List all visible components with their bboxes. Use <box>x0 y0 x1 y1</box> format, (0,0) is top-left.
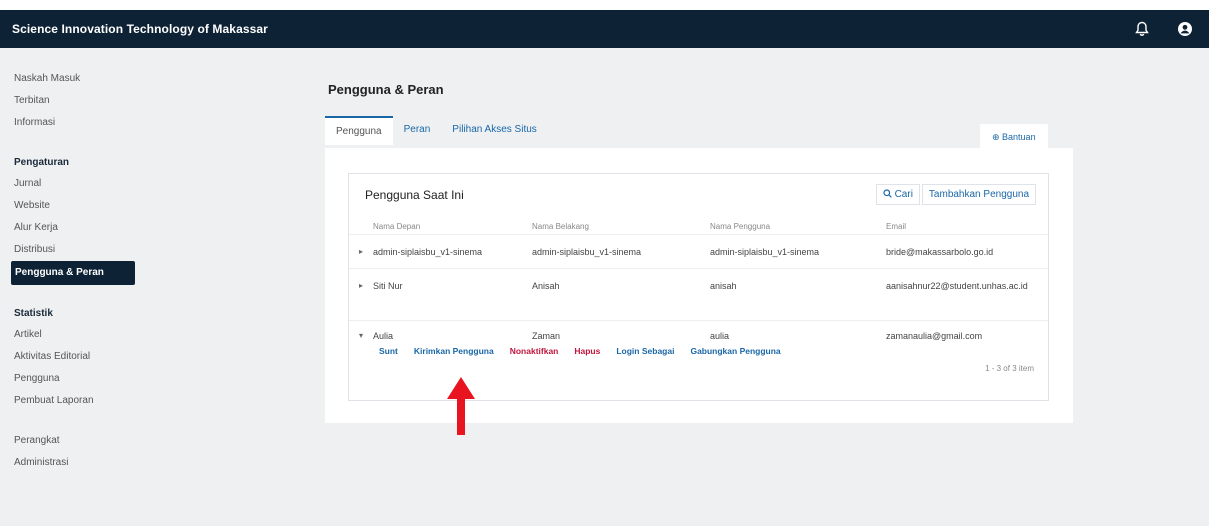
cell-email: bride@makassarbolo.go.id <box>886 247 994 257</box>
sidebar-group-statistik: Statistik Artikel Aktivitas Editorial Pe… <box>0 303 145 412</box>
sidebar-item-distribusi[interactable]: Distribusi <box>0 239 145 261</box>
expand-row-icon[interactable]: ▸ <box>359 247 363 256</box>
main-content: Pengguna & Peran Pengguna Peran Pilihan … <box>145 48 1209 526</box>
sidebar-item-aktivitas-editorial[interactable]: Aktivitas Editorial <box>0 346 145 368</box>
cell-username: anisah <box>710 281 737 291</box>
edit-user-link[interactable]: Sunt <box>379 346 398 356</box>
collapse-row-icon[interactable]: ▾ <box>359 331 363 340</box>
search-button[interactable]: Cari <box>875 184 920 205</box>
row-action-bar: Sunt Kirimkan Pengguna Nonaktifkan Hapus… <box>379 346 781 356</box>
sidebar-group-pengaturan: Pengaturan Jurnal Website Alur Kerja Dis… <box>0 152 145 285</box>
expand-row-icon[interactable]: ▸ <box>359 281 363 290</box>
cell-last-name: admin-siplaisbu_v1-sinema <box>532 247 642 257</box>
sidebar-item-artikel[interactable]: Artikel <box>0 324 145 346</box>
sidebar-item-pengguna-stat[interactable]: Pengguna <box>0 368 145 390</box>
users-card-title: Pengguna Saat Ini <box>365 188 464 202</box>
tab-peran[interactable]: Peran <box>393 116 442 145</box>
sidebar: Naskah Masuk Terbitan Informasi Pengatur… <box>0 48 145 526</box>
cell-first-name: Siti Nur <box>373 281 403 291</box>
sidebar-group-main: Naskah Masuk Terbitan Informasi <box>0 68 145 134</box>
table-row[interactable]: ▸ admin-siplaisbu_v1-sinema admin-siplai… <box>349 234 1048 268</box>
user-avatar-icon[interactable] <box>1177 21 1193 37</box>
add-user-button[interactable]: Tambahkan Pengguna <box>921 184 1036 205</box>
search-icon <box>883 189 895 200</box>
table-row-expanded[interactable]: ▾ Aulia Zaman aulia zamanaulia@gmail.com… <box>349 320 1048 362</box>
top-navbar: Science Innovation Technology of Makassa… <box>0 10 1209 48</box>
pagination-info: 1 - 3 of 3 item <box>985 364 1034 373</box>
cell-username: admin-siplaisbu_v1-sinema <box>710 247 820 257</box>
sidebar-item-pembuat-laporan[interactable]: Pembuat Laporan <box>0 390 145 412</box>
sidebar-item-administrasi[interactable]: Administrasi <box>0 452 145 474</box>
cell-last-name: Zaman <box>532 331 561 341</box>
delete-user-link[interactable]: Hapus <box>574 346 600 356</box>
disable-user-link[interactable]: Nonaktifkan <box>510 346 559 356</box>
cell-username: aulia <box>710 331 730 341</box>
tab-pilihan-akses-situs[interactable]: Pilihan Akses Situs <box>441 116 548 145</box>
sidebar-item-naskah-masuk[interactable]: Naskah Masuk <box>0 68 145 90</box>
annotation-arrow-icon <box>447 377 475 435</box>
users-card: Pengguna Saat Ini Cari Tambahkan Penggun… <box>348 173 1049 401</box>
sidebar-heading-pengaturan: Pengaturan <box>14 157 70 168</box>
column-header-first-name[interactable]: Nama Depan <box>373 222 420 231</box>
page-title: Pengguna & Peran <box>328 82 444 97</box>
help-button[interactable]: ⊕ Bantuan <box>980 124 1048 151</box>
cell-email: zamanaulia@gmail.com <box>886 331 983 341</box>
merge-user-link[interactable]: Gabungkan Pengguna <box>690 346 780 356</box>
sidebar-item-website[interactable]: Website <box>0 195 145 217</box>
bell-icon[interactable] <box>1135 21 1149 37</box>
cell-email: aanisahnur22@student.unhas.ac.id <box>886 281 1028 291</box>
tab-pengguna[interactable]: Pengguna <box>325 116 393 145</box>
table-row[interactable]: ▸ Siti Nur Anisah anisah aanisahnur22@st… <box>349 268 1048 320</box>
tab-panel: Pengguna Saat Ini Cari Tambahkan Penggun… <box>325 148 1073 423</box>
sidebar-heading-statistik: Statistik <box>14 308 53 319</box>
cell-first-name: admin-siplaisbu_v1-sinema <box>373 247 483 257</box>
tab-bar: Pengguna Peran Pilihan Akses Situs <box>325 116 548 145</box>
sidebar-item-perangkat[interactable]: Perangkat <box>0 430 145 452</box>
login-as-link[interactable]: Login Sebagai <box>616 346 674 356</box>
sidebar-item-terbitan[interactable]: Terbitan <box>0 90 145 112</box>
sidebar-item-informasi[interactable]: Informasi <box>0 112 145 134</box>
send-email-link[interactable]: Kirimkan Pengguna <box>414 346 494 356</box>
cell-last-name: Anisah <box>532 281 560 291</box>
search-button-label: Cari <box>894 189 913 200</box>
sidebar-item-pengguna-peran[interactable]: Pengguna & Peran <box>11 261 135 285</box>
column-header-username[interactable]: Nama Pengguna <box>710 222 770 231</box>
cell-first-name: Aulia <box>373 331 394 341</box>
column-header-last-name[interactable]: Nama Belakang <box>532 222 589 231</box>
sidebar-item-jurnal[interactable]: Jurnal <box>0 173 145 195</box>
site-title[interactable]: Science Innovation Technology of Makassa… <box>12 22 268 36</box>
sidebar-group-tools: Perangkat Administrasi <box>0 430 145 474</box>
sidebar-item-alur-kerja[interactable]: Alur Kerja <box>0 217 145 239</box>
column-header-email[interactable]: Email <box>886 222 906 231</box>
